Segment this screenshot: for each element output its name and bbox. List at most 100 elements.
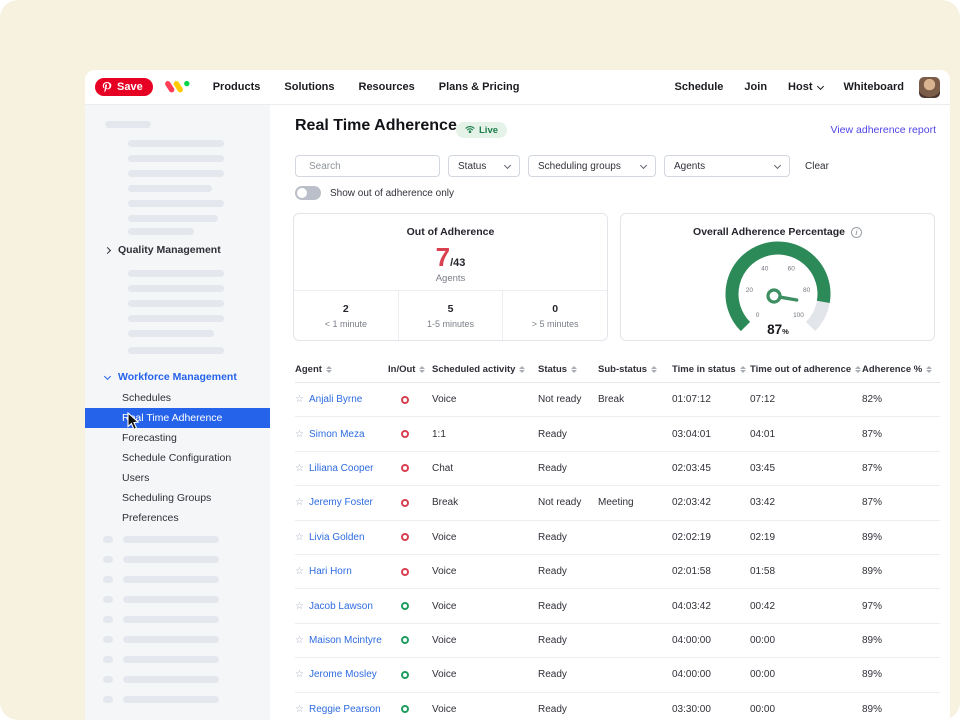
sub-status-cell: Break xyxy=(598,394,672,405)
breakdown-value: 0 xyxy=(552,303,558,315)
agent-link[interactable]: ☆ Reggie Pearson xyxy=(295,704,388,715)
column-header-scheduled-activity[interactable]: Scheduled activity xyxy=(432,364,538,375)
column-header-adherence[interactable]: Adherence % xyxy=(862,364,940,375)
page-background: Save Products Solutions Resources Plans & P… xyxy=(0,0,960,720)
view-adherence-report-link[interactable]: View adherence report xyxy=(831,124,936,136)
status-cell: Ready xyxy=(538,532,598,543)
sort-icon[interactable] xyxy=(740,366,746,374)
agent-link[interactable]: ☆ Jerome Mosley xyxy=(295,669,388,680)
nav-item-solutions[interactable]: Solutions xyxy=(284,81,334,93)
filter-dropdown-scheduling-groups[interactable]: Scheduling groups xyxy=(528,155,656,177)
star-icon[interactable]: ☆ xyxy=(295,669,304,680)
table-row: ☆Jacob LawsonVoiceReady04:03:4200:4297% xyxy=(295,589,940,623)
adherence-cell: 89% xyxy=(862,704,940,715)
agent-link[interactable]: ☆Liliana Cooper xyxy=(295,463,388,474)
info-icon[interactable]: i xyxy=(851,227,862,238)
column-label: In/Out xyxy=(388,364,415,375)
agent-link[interactable]: ☆Jacob Lawson xyxy=(295,601,388,612)
sort-icon[interactable] xyxy=(855,366,861,374)
chevron-down-icon xyxy=(104,372,111,379)
star-icon[interactable]: ☆ xyxy=(295,394,304,405)
star-icon[interactable]: ☆ xyxy=(295,566,304,577)
pinterest-save-button[interactable]: Save xyxy=(95,78,153,96)
agent-link[interactable]: ☆Jeremy Foster xyxy=(295,497,388,508)
nav-item-plans-pricing[interactable]: Plans & Pricing xyxy=(439,81,520,93)
clear-filters-button[interactable]: Clear xyxy=(805,161,829,172)
sidebar-item-scheduling-groups[interactable]: Scheduling Groups xyxy=(85,488,270,508)
out-count: 7 xyxy=(436,242,450,272)
skeleton-bar xyxy=(128,140,224,147)
nav-item-resources[interactable]: Resources xyxy=(359,81,415,93)
time-in-status-cell: 03:30:00 xyxy=(672,704,750,715)
agent-link[interactable]: ☆Anjali Byrne xyxy=(295,394,388,405)
column-label: Agent xyxy=(295,364,322,375)
nav-item-host[interactable]: Host xyxy=(788,81,822,93)
sidebar-item-schedules[interactable]: Schedules xyxy=(85,388,270,408)
nav-item-whiteboard[interactable]: Whiteboard xyxy=(844,81,905,93)
column-header-agent[interactable]: Agent xyxy=(295,364,388,375)
adherence-cell: 89% xyxy=(862,566,940,577)
nav-item-products[interactable]: Products xyxy=(213,81,261,93)
column-header-status[interactable]: Status xyxy=(538,364,598,375)
overall-adherence-card: Overall Adherence Percentage i 020406080… xyxy=(620,213,935,341)
sort-icon[interactable] xyxy=(419,366,425,374)
skeleton-bar xyxy=(128,315,224,322)
search-input[interactable] xyxy=(309,161,441,172)
column-label: Time in status xyxy=(672,364,736,375)
agent-name: Livia Golden xyxy=(309,532,365,543)
agent-link[interactable]: ☆Simon Meza xyxy=(295,429,388,440)
time-out-of-adherence-cell: 04:01 xyxy=(750,429,862,440)
agent-name: Reggie Pearson xyxy=(309,704,381,715)
filter-dropdown-agents[interactable]: Agents xyxy=(664,155,790,177)
sidebar-item-users[interactable]: Users xyxy=(85,468,270,488)
star-icon[interactable]: ☆ xyxy=(295,532,304,543)
sort-icon[interactable] xyxy=(571,366,577,374)
out-of-adherence-toggle[interactable] xyxy=(295,186,321,200)
star-icon[interactable]: ☆ xyxy=(295,463,304,474)
status-cell: Not ready xyxy=(538,394,598,405)
sort-icon[interactable] xyxy=(326,366,332,374)
breakdown-label: < 1 minute xyxy=(325,319,367,329)
inout-cell xyxy=(388,463,432,474)
filter-dropdown-status[interactable]: Status xyxy=(448,155,520,177)
inout-cell xyxy=(388,635,432,646)
gauge-tick-label: 60 xyxy=(787,266,795,273)
column-header-sub-status[interactable]: Sub-status xyxy=(598,364,672,375)
breakdown-label: 1-5 minutes xyxy=(427,319,474,329)
star-icon[interactable]: ☆ xyxy=(295,601,304,612)
agent-name: Maison Mcintyre xyxy=(309,635,382,646)
agent-link[interactable]: ☆ Livia Golden xyxy=(295,532,388,543)
column-header-in-out[interactable]: In/Out xyxy=(388,364,432,375)
sidebar-item-workforce-management[interactable]: Workforce Management xyxy=(105,371,237,383)
column-header-time-out-of-adherence[interactable]: Time out of adherence xyxy=(750,364,862,375)
agent-link[interactable]: ☆Hari Horn xyxy=(295,566,388,577)
star-icon[interactable]: ☆ xyxy=(295,635,304,646)
sidebar-item-schedule-configuration[interactable]: Schedule Configuration xyxy=(85,448,270,468)
monday-logo-icon[interactable] xyxy=(165,77,191,97)
nav-item-schedule[interactable]: Schedule xyxy=(675,81,724,93)
agent-name: Jerome Mosley xyxy=(309,669,377,680)
skeleton-bar xyxy=(123,596,219,603)
sort-icon[interactable] xyxy=(926,366,932,374)
sort-icon[interactable] xyxy=(519,366,525,374)
primary-nav: Products Solutions Resources Plans & Pricin… xyxy=(213,81,520,93)
sidebar-item-label: Schedule Configuration xyxy=(122,452,231,464)
star-icon[interactable]: ☆ xyxy=(295,497,304,508)
sort-icon[interactable] xyxy=(651,366,657,374)
time-out-of-adherence-cell: 00:00 xyxy=(750,669,862,680)
skeleton-bar xyxy=(123,556,219,563)
sidebar-item-quality-management[interactable]: Quality Management xyxy=(105,244,221,256)
column-header-time-in-status[interactable]: Time in status xyxy=(672,364,750,375)
nav-item-join[interactable]: Join xyxy=(744,81,767,93)
sidebar-item-real-time-adherence[interactable]: Real Time Adherence xyxy=(85,408,270,428)
avatar[interactable] xyxy=(919,77,940,98)
sidebar-item-preferences[interactable]: Preferences xyxy=(85,508,270,528)
star-icon[interactable]: ☆ xyxy=(295,704,304,715)
agent-link[interactable]: ☆ Maison Mcintyre xyxy=(295,635,388,646)
search-input-wrapper[interactable] xyxy=(295,155,440,177)
star-icon[interactable]: ☆ xyxy=(295,429,304,440)
sidebar-item-label: Preferences xyxy=(122,512,179,524)
skeleton-bar xyxy=(103,616,113,623)
sidebar-item-forecasting[interactable]: Forecasting xyxy=(85,428,270,448)
card-title-label: Overall Adherence Percentage xyxy=(693,226,845,238)
